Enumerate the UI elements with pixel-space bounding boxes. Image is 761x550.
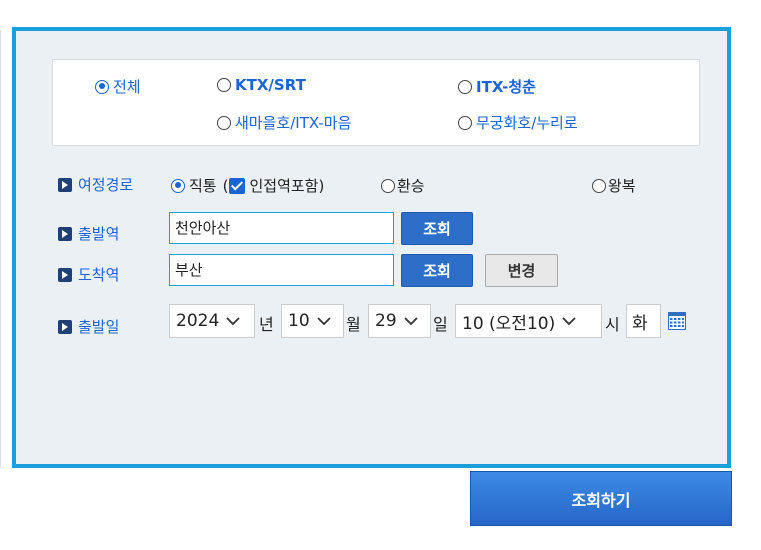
month-select[interactable]: 10 [281, 304, 344, 338]
departure-label-group: 출발역 [58, 223, 119, 244]
train-type-label: 새마을호/ITX-마음 [235, 114, 352, 132]
calendar-icon[interactable] [668, 312, 686, 330]
chevron-down-icon [562, 317, 576, 326]
train-type-mugunghwa-nuriro[interactable]: 무궁화호/누리로 [458, 112, 578, 133]
arrow-right-icon [58, 267, 72, 282]
arrival-label: 도착역 [78, 266, 120, 284]
route-direct-label: 직통 [189, 177, 217, 195]
search-submit-button[interactable]: 조회하기 [470, 471, 732, 526]
train-type-label: 무궁화호/누리로 [476, 114, 578, 132]
arrow-right-icon [58, 319, 72, 334]
weekday-field: 화 [626, 304, 661, 338]
radio-icon[interactable] [458, 79, 472, 94]
route-label: 여정경로 [78, 176, 134, 194]
route-direct[interactable]: 직통 ( 인접역포함) [171, 175, 324, 196]
train-type-label: ITX-청춘 [476, 78, 536, 96]
arrow-right-icon [58, 177, 72, 192]
month-value: 10 [288, 311, 310, 331]
arrow-right-icon [58, 226, 72, 241]
train-type-label: 전체 [113, 78, 141, 96]
radio-icon[interactable] [217, 78, 231, 92]
route-roundtrip[interactable]: 왕복 [592, 175, 636, 196]
left-divider [0, 30, 1, 467]
year-unit: 년 [259, 315, 274, 334]
radio-icon[interactable] [592, 178, 606, 193]
train-type-itx-cheongchun[interactable]: ITX-청춘 [458, 76, 536, 97]
search-panel: 전체 KTX/SRT ITX-청춘 새마을호/ITX-마음 무궁화호/누리로 여… [12, 27, 731, 468]
departure-search-button[interactable]: 조회 [401, 212, 473, 245]
radio-icon[interactable] [217, 115, 231, 130]
hour-value: 10 (오전10) [462, 313, 556, 334]
route-roundtrip-label: 왕복 [608, 177, 636, 195]
day-select[interactable]: 29 [368, 304, 431, 338]
route-adjacent-label: 인접역포함) [249, 177, 325, 195]
hour-select[interactable]: 10 (오전10) [455, 304, 602, 338]
year-value: 2024 [176, 311, 220, 331]
chevron-down-icon [404, 317, 418, 326]
departure-station-input[interactable]: 천안아산 [169, 212, 394, 244]
month-unit: 월 [346, 315, 361, 334]
year-select[interactable]: 2024 [169, 304, 255, 338]
train-type-box: 전체 KTX/SRT ITX-청춘 새마을호/ITX-마음 무궁화호/누리로 [52, 59, 700, 146]
radio-icon[interactable] [458, 115, 472, 130]
date-label: 출발일 [78, 318, 120, 336]
train-type-label: KTX/SRT [235, 76, 306, 94]
radio-icon[interactable] [95, 79, 109, 94]
chevron-down-icon [226, 317, 240, 326]
train-type-all[interactable]: 전체 [95, 76, 141, 97]
radio-icon[interactable] [171, 178, 185, 193]
date-label-group: 출발일 [58, 316, 119, 337]
train-type-saemaeul-itx-maeum[interactable]: 새마을호/ITX-마음 [217, 112, 351, 133]
route-transfer[interactable]: 환승 [381, 175, 425, 196]
departure-label: 출발역 [78, 225, 120, 243]
route-open-paren: ( [222, 176, 229, 195]
arrival-station-input[interactable]: 부산 [169, 254, 394, 286]
arrival-label-group: 도착역 [58, 264, 119, 285]
hour-unit: 시 [605, 315, 620, 334]
radio-icon[interactable] [381, 178, 395, 193]
arrival-search-button[interactable]: 조회 [401, 254, 473, 287]
day-value: 29 [375, 311, 397, 331]
day-unit: 일 [433, 315, 448, 334]
swap-stations-button[interactable]: 변경 [485, 254, 558, 287]
route-transfer-label: 환승 [397, 177, 425, 195]
chevron-down-icon [317, 317, 331, 326]
train-type-ktx-srt[interactable]: KTX/SRT [217, 76, 306, 94]
route-label-group: 여정경로 [58, 174, 133, 195]
adjacent-checkbox[interactable] [229, 177, 246, 194]
